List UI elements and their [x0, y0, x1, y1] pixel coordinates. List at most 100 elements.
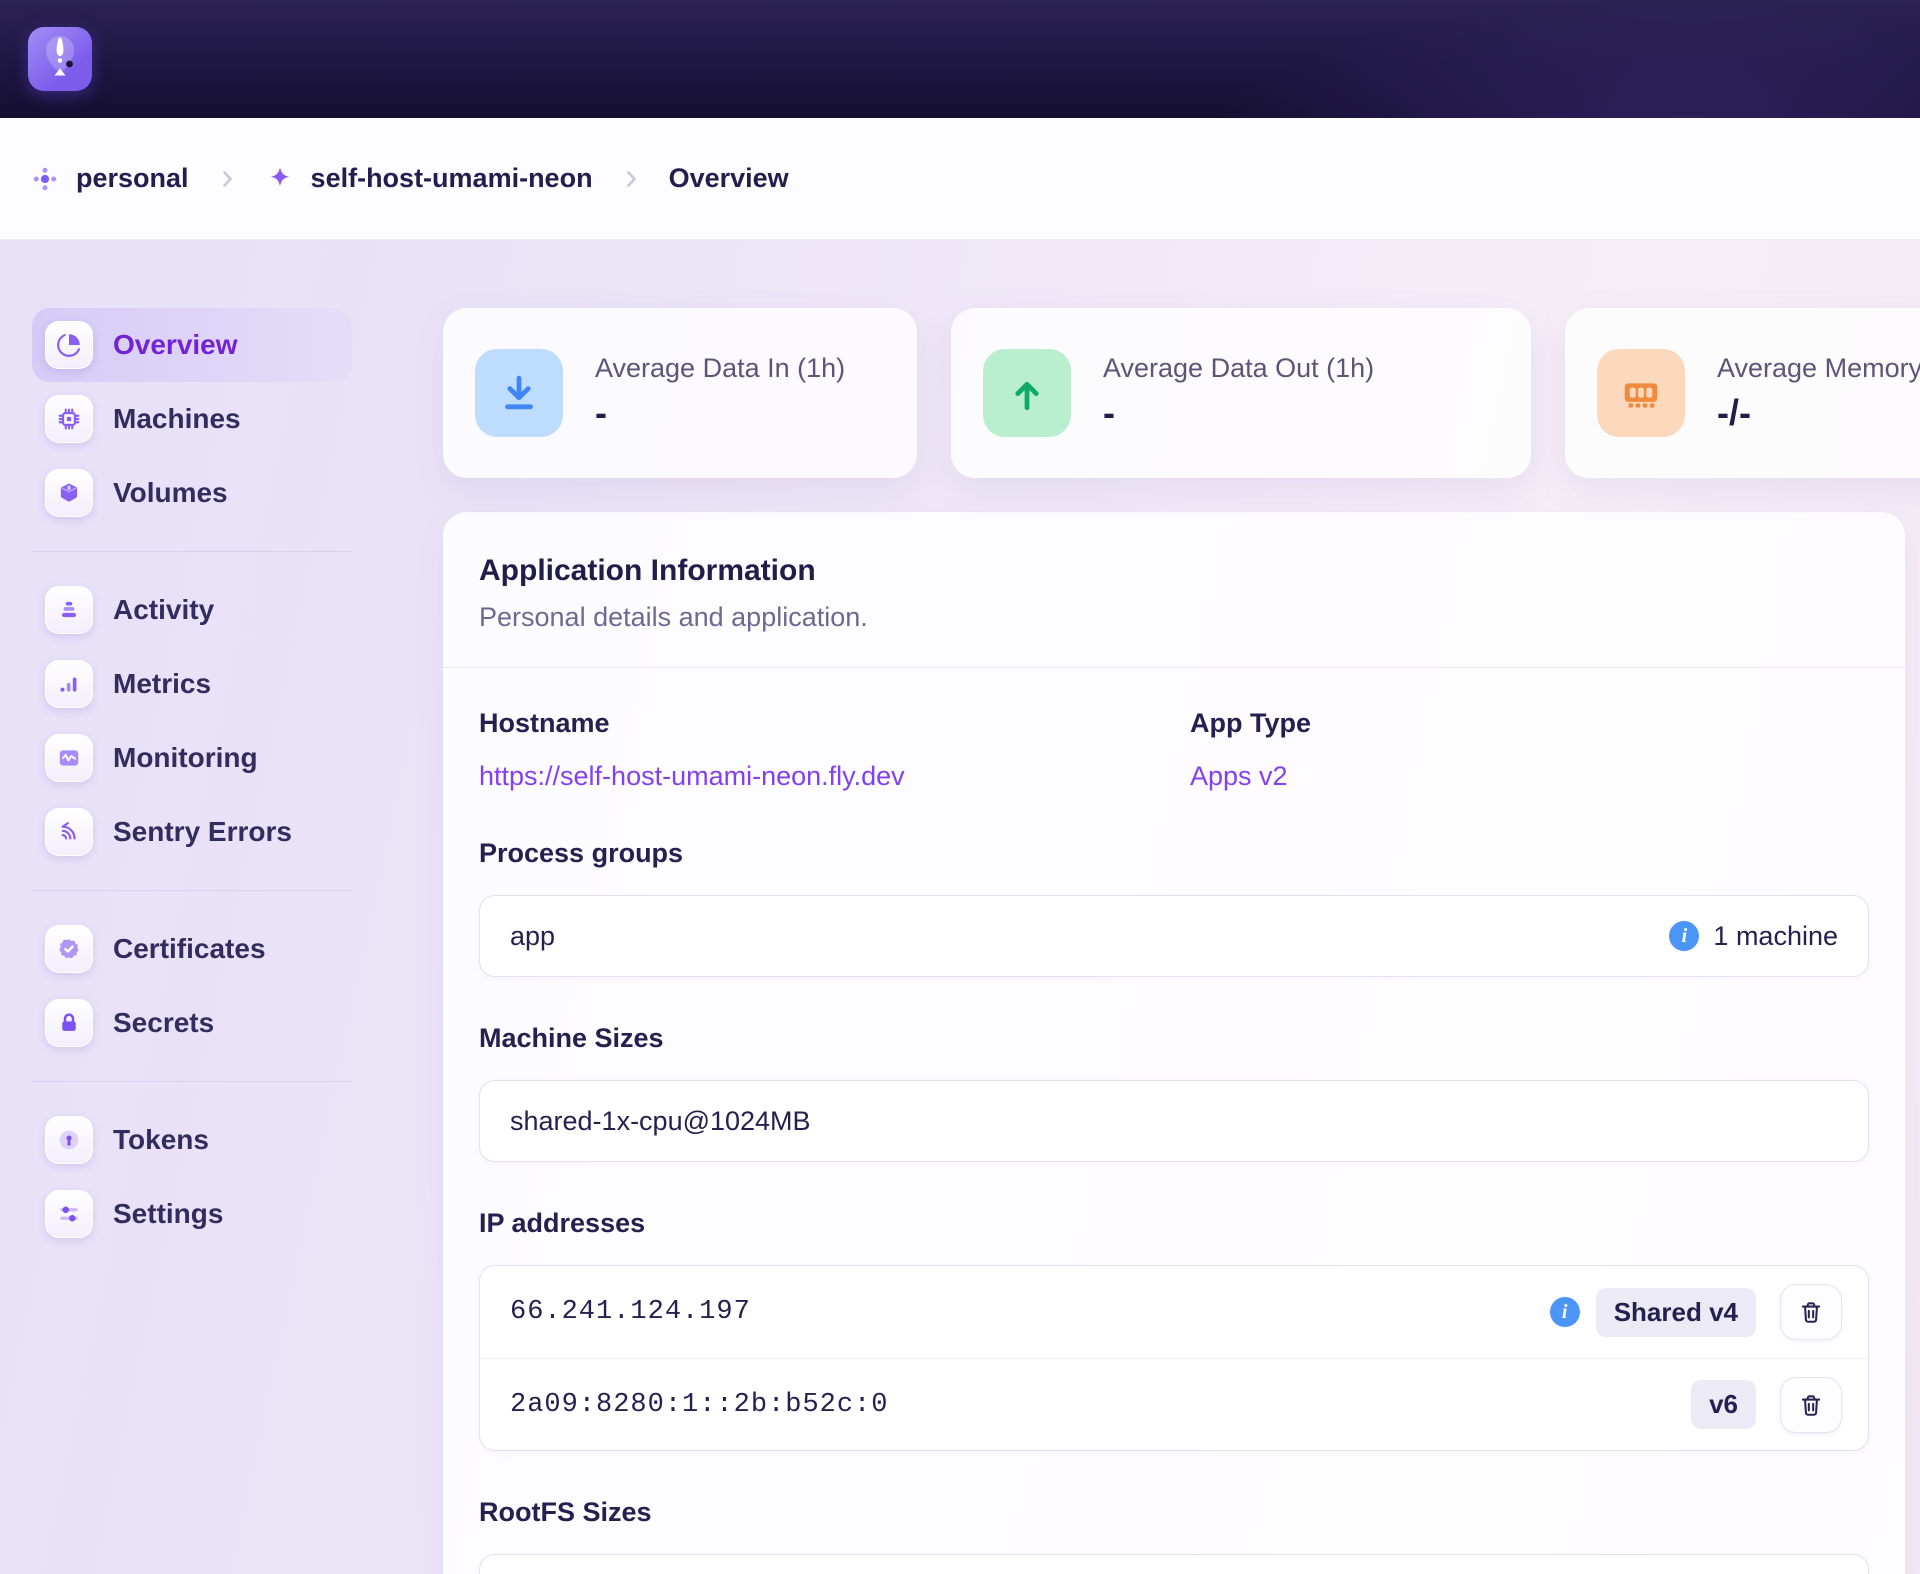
chevron-right-icon [619, 167, 643, 191]
machine-size-value: shared-1x-cpu@1024MB [510, 1106, 811, 1137]
sliders-icon [45, 1190, 93, 1238]
org-dots-icon [30, 164, 60, 194]
sidebar-label: Sentry Errors [113, 816, 292, 848]
machine-sizes-box: shared-1x-cpu@1024MB [479, 1080, 1869, 1162]
delete-ip-button[interactable] [1780, 1284, 1842, 1340]
sidebar-item-settings[interactable]: Settings [32, 1177, 352, 1251]
top-navbar [0, 0, 1920, 118]
application-information-header: Application Information Personal details… [443, 512, 1905, 668]
breadcrumb-app[interactable]: self-host-umami-neon [265, 163, 593, 194]
trash-icon [1798, 1392, 1824, 1418]
stat-card-data-in: Average Data In (1h) - [443, 308, 917, 478]
card-title: Application Information [479, 554, 1869, 588]
info-icon[interactable]: i [1550, 1297, 1580, 1327]
breadcrumb-org[interactable]: personal [30, 163, 189, 194]
sidebar-label: Tokens [113, 1124, 209, 1156]
machine-sizes-label: Machine Sizes [479, 1023, 1869, 1054]
process-group-row: app i 1 machine [480, 896, 1868, 976]
sidebar-label: Secrets [113, 1007, 214, 1039]
ip-address-v4: 66.241.124.197 [510, 1297, 751, 1327]
sidebar-item-machines[interactable]: Machines [32, 382, 352, 456]
stat-label: Average Data Out (1h) [1103, 353, 1374, 384]
trash-icon [1798, 1299, 1824, 1325]
breadcrumb-page: Overview [669, 163, 789, 194]
sidebar-item-volumes[interactable]: Volumes [32, 456, 352, 530]
machine-sizes-section: Machine Sizes shared-1x-cpu@1024MB [479, 1023, 1869, 1162]
ip-row: 66.241.124.197 i Shared v4 [480, 1266, 1868, 1358]
sidebar-label: Certificates [113, 933, 266, 965]
delete-ip-button[interactable] [1780, 1377, 1842, 1433]
machine-count-label: 1 machine [1713, 921, 1838, 952]
process-groups-section: Process groups app i 1 machine [479, 838, 1869, 977]
pie-chart-icon [45, 321, 93, 369]
sidebar-item-tokens[interactable]: Tokens [32, 1103, 352, 1177]
stat-card-data-out: Average Data Out (1h) - [951, 308, 1531, 478]
sidebar-label: Metrics [113, 668, 211, 700]
sidebar-label: Settings [113, 1198, 223, 1230]
sidebar-label: Overview [113, 329, 238, 361]
ip-badge: Shared v4 [1596, 1288, 1756, 1337]
sidebar-label: Activity [113, 594, 214, 626]
sidebar-item-certificates[interactable]: Certificates [32, 912, 352, 986]
ip-addresses-box: 66.241.124.197 i Shared v4 [479, 1265, 1869, 1451]
keyhole-icon [45, 1116, 93, 1164]
upload-icon [983, 349, 1071, 437]
sidebar-item-monitoring[interactable]: Monitoring [32, 721, 352, 795]
rootfs-sizes-label: RootFS Sizes [479, 1497, 1869, 1528]
rootfs-row: 474 MB i 1 machine [480, 1555, 1868, 1574]
lock-icon [45, 999, 93, 1047]
badge-check-icon [45, 925, 93, 973]
stat-value: -/- [1717, 392, 1920, 434]
breadcrumb-app-label: self-host-umami-neon [311, 163, 593, 194]
sidebar-item-sentry-errors[interactable]: Sentry Errors [32, 795, 352, 869]
application-information-card: Application Information Personal details… [443, 512, 1905, 1574]
pulse-icon [45, 734, 93, 782]
stat-card-memory: Average Memory -/- [1565, 308, 1920, 478]
stat-label: Average Data In (1h) [595, 353, 845, 384]
ip-address-v6: 2a09:8280:1::2b:b52c:0 [510, 1390, 888, 1420]
ip-addresses-section: IP addresses 66.241.124.197 i Shared v4 [479, 1208, 1869, 1451]
sidebar-label: Machines [113, 403, 241, 435]
sparkle-icon [265, 164, 295, 194]
sidebar-label: Volumes [113, 477, 228, 509]
sidebar-label: Monitoring [113, 742, 258, 774]
package-icon [45, 469, 93, 517]
content-area: Overview Machines [0, 240, 1920, 1574]
app-type-field: App Type Apps v2 [1190, 708, 1869, 792]
process-groups-box: app i 1 machine [479, 895, 1869, 977]
download-icon [475, 349, 563, 437]
sidebar-item-activity[interactable]: Activity [32, 573, 352, 647]
cpu-icon [45, 395, 93, 443]
hostname-link[interactable]: https://self-host-umami-neon.fly.dev [479, 761, 905, 792]
fly-logo[interactable] [28, 27, 92, 91]
app-type-link[interactable]: Apps v2 [1190, 761, 1288, 792]
main-panel: Average Data In (1h) - Average Data Out … [443, 240, 1905, 1574]
hostname-field: Hostname https://self-host-umami-neon.fl… [479, 708, 1190, 792]
stats-row: Average Data In (1h) - Average Data Out … [443, 308, 1920, 478]
card-subtitle: Personal details and application. [479, 602, 1869, 633]
sidebar-item-metrics[interactable]: Metrics [32, 647, 352, 721]
stat-label: Average Memory [1717, 353, 1920, 384]
process-group-machines: i 1 machine [1669, 921, 1838, 952]
sidebar-divider [32, 1081, 352, 1082]
rootfs-sizes-box: 474 MB i 1 machine [479, 1554, 1869, 1574]
memory-icon [1597, 349, 1685, 437]
process-group-name: app [510, 921, 555, 952]
breadcrumb: personal self-host-umami-neon Overview [0, 118, 1920, 240]
sidebar-divider [32, 551, 352, 552]
rootfs-sizes-section: RootFS Sizes 474 MB i 1 machine [479, 1497, 1869, 1574]
machine-size-row: shared-1x-cpu@1024MB [480, 1081, 1868, 1161]
ip-row: 2a09:8280:1::2b:b52c:0 v6 [480, 1358, 1868, 1450]
bar-chart-icon [45, 660, 93, 708]
stack-icon [45, 586, 93, 634]
breadcrumb-org-label: personal [76, 163, 189, 194]
sentry-icon [45, 808, 93, 856]
sidebar-divider [32, 890, 352, 891]
sidebar-item-overview[interactable]: Overview [32, 308, 352, 382]
ip-addresses-label: IP addresses [479, 1208, 1869, 1239]
process-groups-label: Process groups [479, 838, 1869, 869]
sidebar-item-secrets[interactable]: Secrets [32, 986, 352, 1060]
info-icon[interactable]: i [1669, 921, 1699, 951]
fly-balloon-icon [28, 27, 92, 91]
stat-value: - [595, 392, 845, 434]
